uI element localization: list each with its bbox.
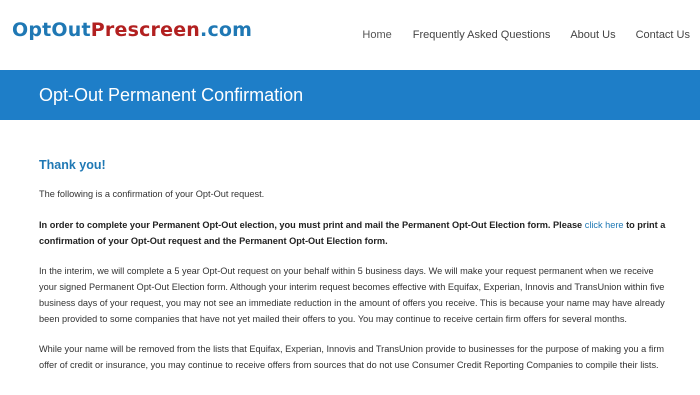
thank-you-heading: Thank you!	[39, 158, 106, 172]
instruction-paragraph: In order to complete your Permanent Opt-…	[39, 217, 669, 249]
page-title: Opt-Out Permanent Confirmation	[39, 85, 304, 105]
main-content: Thank you! The following is a confirmati…	[39, 157, 669, 387]
logo-part-com: .com	[200, 19, 253, 41]
nav-link-home[interactable]: Home	[362, 29, 391, 41]
logo-part-prescreen: Prescreen	[90, 19, 201, 41]
nav-link-contact-us[interactable]: Contact Us	[636, 29, 690, 41]
removal-paragraph: While your name will be removed from the…	[39, 344, 665, 370]
interim-paragraph: In the interim, we will complete a 5 yea…	[39, 266, 665, 324]
nav-link-about-us[interactable]: About Us	[570, 29, 615, 41]
nav-link-faq[interactable]: Frequently Asked Questions	[413, 29, 551, 41]
logo-part-optout: OptOut	[12, 19, 91, 41]
page-title-banner: Opt-Out Permanent Confirmation	[0, 70, 700, 120]
instruction-text-before-link: In order to complete your Permanent Opt-…	[39, 220, 585, 230]
site-header: OptOutPrescreen.com Home Frequently Aske…	[0, 0, 700, 70]
main-nav: Home Frequently Asked Questions About Us…	[362, 29, 690, 41]
intro-text: The following is a confirmation of your …	[39, 189, 265, 199]
click-here-link[interactable]: click here	[585, 220, 624, 230]
site-logo[interactable]: OptOutPrescreen.com	[12, 19, 252, 41]
